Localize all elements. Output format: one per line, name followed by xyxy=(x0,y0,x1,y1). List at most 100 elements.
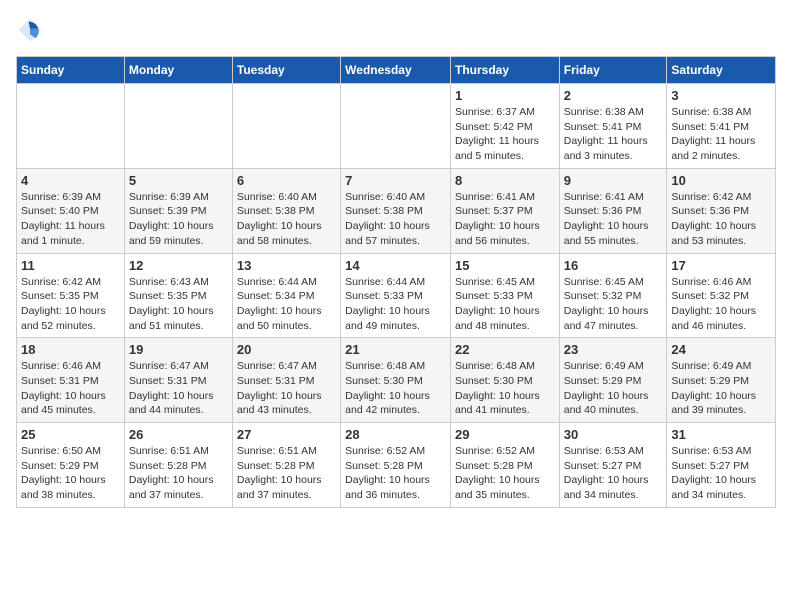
day-number: 16 xyxy=(564,258,663,273)
calendar-cell: 5 Sunrise: 6:39 AMSunset: 5:39 PMDaylight… xyxy=(124,168,232,253)
calendar-cell: 9 Sunrise: 6:41 AMSunset: 5:36 PMDaylight… xyxy=(559,168,667,253)
day-number: 9 xyxy=(564,173,663,188)
day-info: Sunrise: 6:47 AMSunset: 5:31 PMDaylight:… xyxy=(237,359,336,418)
day-number: 30 xyxy=(564,427,663,442)
calendar-cell: 2 Sunrise: 6:38 AMSunset: 5:41 PMDaylight… xyxy=(559,84,667,169)
calendar-cell: 31 Sunrise: 6:53 AMSunset: 5:27 PMDayligh… xyxy=(667,423,776,508)
day-number: 8 xyxy=(455,173,555,188)
calendar-cell: 3 Sunrise: 6:38 AMSunset: 5:41 PMDaylight… xyxy=(667,84,776,169)
calendar-cell: 28 Sunrise: 6:52 AMSunset: 5:28 PMDayligh… xyxy=(341,423,451,508)
day-info: Sunrise: 6:53 AMSunset: 5:27 PMDaylight:… xyxy=(564,444,663,503)
calendar-cell: 17 Sunrise: 6:46 AMSunset: 5:32 PMDayligh… xyxy=(667,253,776,338)
calendar-cell: 12 Sunrise: 6:43 AMSunset: 5:35 PMDayligh… xyxy=(124,253,232,338)
day-number: 19 xyxy=(129,342,228,357)
week-row-4: 18 Sunrise: 6:46 AMSunset: 5:31 PMDayligh… xyxy=(17,338,776,423)
day-header-thursday: Thursday xyxy=(450,57,559,84)
day-number: 21 xyxy=(345,342,446,357)
calendar-cell: 29Sunrise: 6:52 AMSunset: 5:28 PMDayligh… xyxy=(450,423,559,508)
day-header-wednesday: Wednesday xyxy=(341,57,451,84)
day-number: 28 xyxy=(345,427,446,442)
calendar-cell: 24 Sunrise: 6:49 AMSunset: 5:29 PMDayligh… xyxy=(667,338,776,423)
day-number: 23 xyxy=(564,342,663,357)
calendar-cell: 7 Sunrise: 6:40 AMSunset: 5:38 PMDaylight… xyxy=(341,168,451,253)
calendar-cell: 16 Sunrise: 6:45 AMSunset: 5:32 PMDayligh… xyxy=(559,253,667,338)
day-number: 22 xyxy=(455,342,555,357)
day-info: Sunrise: 6:49 AMSunset: 5:29 PMDaylight:… xyxy=(671,359,771,418)
day-number: 17 xyxy=(671,258,771,273)
day-number: 12 xyxy=(129,258,228,273)
day-info: Sunrise: 6:50 AMSunset: 5:29 PMDaylight:… xyxy=(21,444,120,503)
day-number: 14 xyxy=(345,258,446,273)
calendar-cell: 8Sunrise: 6:41 AMSunset: 5:37 PMDaylight… xyxy=(450,168,559,253)
calendar-cell xyxy=(124,84,232,169)
day-info: Sunrise: 6:47 AMSunset: 5:31 PMDaylight:… xyxy=(129,359,228,418)
day-info: Sunrise: 6:43 AMSunset: 5:35 PMDaylight:… xyxy=(129,275,228,334)
calendar-cell xyxy=(232,84,340,169)
day-number: 24 xyxy=(671,342,771,357)
day-info: Sunrise: 6:51 AMSunset: 5:28 PMDaylight:… xyxy=(129,444,228,503)
day-number: 29 xyxy=(455,427,555,442)
day-info: Sunrise: 6:53 AMSunset: 5:27 PMDaylight:… xyxy=(671,444,771,503)
day-info: Sunrise: 6:52 AMSunset: 5:28 PMDaylight:… xyxy=(345,444,446,503)
day-info: Sunrise: 6:46 AMSunset: 5:31 PMDaylight:… xyxy=(21,359,120,418)
day-header-friday: Friday xyxy=(559,57,667,84)
day-number: 27 xyxy=(237,427,336,442)
day-number: 6 xyxy=(237,173,336,188)
day-info: Sunrise: 6:44 AMSunset: 5:33 PMDaylight:… xyxy=(345,275,446,334)
day-number: 20 xyxy=(237,342,336,357)
day-number: 18 xyxy=(21,342,120,357)
calendar-cell: 15 Sunrise: 6:45 AMSunset: 5:33 PMDayligh… xyxy=(450,253,559,338)
header-row: SundayMondayTuesdayWednesdayThursdayFrid… xyxy=(17,57,776,84)
calendar-cell: 14 Sunrise: 6:44 AMSunset: 5:33 PMDayligh… xyxy=(341,253,451,338)
calendar-cell: 21 Sunrise: 6:48 AMSunset: 5:30 PMDayligh… xyxy=(341,338,451,423)
day-info: Sunrise: 6:39 AMSunset: 5:39 PMDaylight:… xyxy=(129,190,228,249)
day-info: Sunrise: 6:48 AMSunset: 5:30 PMDaylight:… xyxy=(345,359,446,418)
calendar-cell: 30 Sunrise: 6:53 AMSunset: 5:27 PMDayligh… xyxy=(559,423,667,508)
day-info: Sunrise: 6:44 AMSunset: 5:34 PMDaylight:… xyxy=(237,275,336,334)
day-number: 7 xyxy=(345,173,446,188)
day-info: Sunrise: 6:51 AMSunset: 5:28 PMDaylight:… xyxy=(237,444,336,503)
week-row-1: 1Sunrise: 6:37 AMSunset: 5:42 PMDaylight… xyxy=(17,84,776,169)
day-info: Sunrise: 6:38 AMSunset: 5:41 PMDaylight:… xyxy=(671,105,771,164)
day-number: 3 xyxy=(671,88,771,103)
day-number: 26 xyxy=(129,427,228,442)
day-info: Sunrise: 6:45 AMSunset: 5:32 PMDaylight:… xyxy=(564,275,663,334)
day-number: 4 xyxy=(21,173,120,188)
day-info: Sunrise: 6:46 AMSunset: 5:32 PMDaylight:… xyxy=(671,275,771,334)
day-number: 31 xyxy=(671,427,771,442)
calendar-cell: 22Sunrise: 6:48 AMSunset: 5:30 PMDayligh… xyxy=(450,338,559,423)
calendar-cell: 25 Sunrise: 6:50 AMSunset: 5:29 PMDayligh… xyxy=(17,423,125,508)
week-row-3: 11Sunrise: 6:42 AMSunset: 5:35 PMDayligh… xyxy=(17,253,776,338)
calendar-cell: 19 Sunrise: 6:47 AMSunset: 5:31 PMDayligh… xyxy=(124,338,232,423)
day-info: Sunrise: 6:41 AMSunset: 5:36 PMDaylight:… xyxy=(564,190,663,249)
day-header-monday: Monday xyxy=(124,57,232,84)
day-number: 2 xyxy=(564,88,663,103)
day-info: Sunrise: 6:38 AMSunset: 5:41 PMDaylight:… xyxy=(564,105,663,164)
calendar-cell: 27 Sunrise: 6:51 AMSunset: 5:28 PMDayligh… xyxy=(232,423,340,508)
day-header-saturday: Saturday xyxy=(667,57,776,84)
calendar-cell: 26 Sunrise: 6:51 AMSunset: 5:28 PMDayligh… xyxy=(124,423,232,508)
calendar-cell: 13 Sunrise: 6:44 AMSunset: 5:34 PMDayligh… xyxy=(232,253,340,338)
day-info: Sunrise: 6:42 AMSunset: 5:36 PMDaylight:… xyxy=(671,190,771,249)
day-info: Sunrise: 6:40 AMSunset: 5:38 PMDaylight:… xyxy=(345,190,446,249)
calendar-cell: 18 Sunrise: 6:46 AMSunset: 5:31 PMDayligh… xyxy=(17,338,125,423)
week-row-2: 4Sunrise: 6:39 AMSunset: 5:40 PMDaylight… xyxy=(17,168,776,253)
calendar-cell: 6Sunrise: 6:40 AMSunset: 5:38 PMDaylight… xyxy=(232,168,340,253)
calendar-cell xyxy=(341,84,451,169)
day-number: 15 xyxy=(455,258,555,273)
calendar-table: SundayMondayTuesdayWednesdayThursdayFrid… xyxy=(16,56,776,508)
logo-icon xyxy=(16,16,44,44)
day-header-sunday: Sunday xyxy=(17,57,125,84)
day-number: 1 xyxy=(455,88,555,103)
week-row-5: 25 Sunrise: 6:50 AMSunset: 5:29 PMDayligh… xyxy=(17,423,776,508)
day-info: Sunrise: 6:45 AMSunset: 5:33 PMDaylight:… xyxy=(455,275,555,334)
calendar-cell: 23 Sunrise: 6:49 AMSunset: 5:29 PMDayligh… xyxy=(559,338,667,423)
day-number: 13 xyxy=(237,258,336,273)
calendar-cell: 20 Sunrise: 6:47 AMSunset: 5:31 PMDayligh… xyxy=(232,338,340,423)
day-info: Sunrise: 6:49 AMSunset: 5:29 PMDaylight:… xyxy=(564,359,663,418)
day-number: 11 xyxy=(21,258,120,273)
calendar-cell: 10Sunrise: 6:42 AMSunset: 5:36 PMDayligh… xyxy=(667,168,776,253)
day-number: 5 xyxy=(129,173,228,188)
calendar-cell xyxy=(17,84,125,169)
day-number: 25 xyxy=(21,427,120,442)
